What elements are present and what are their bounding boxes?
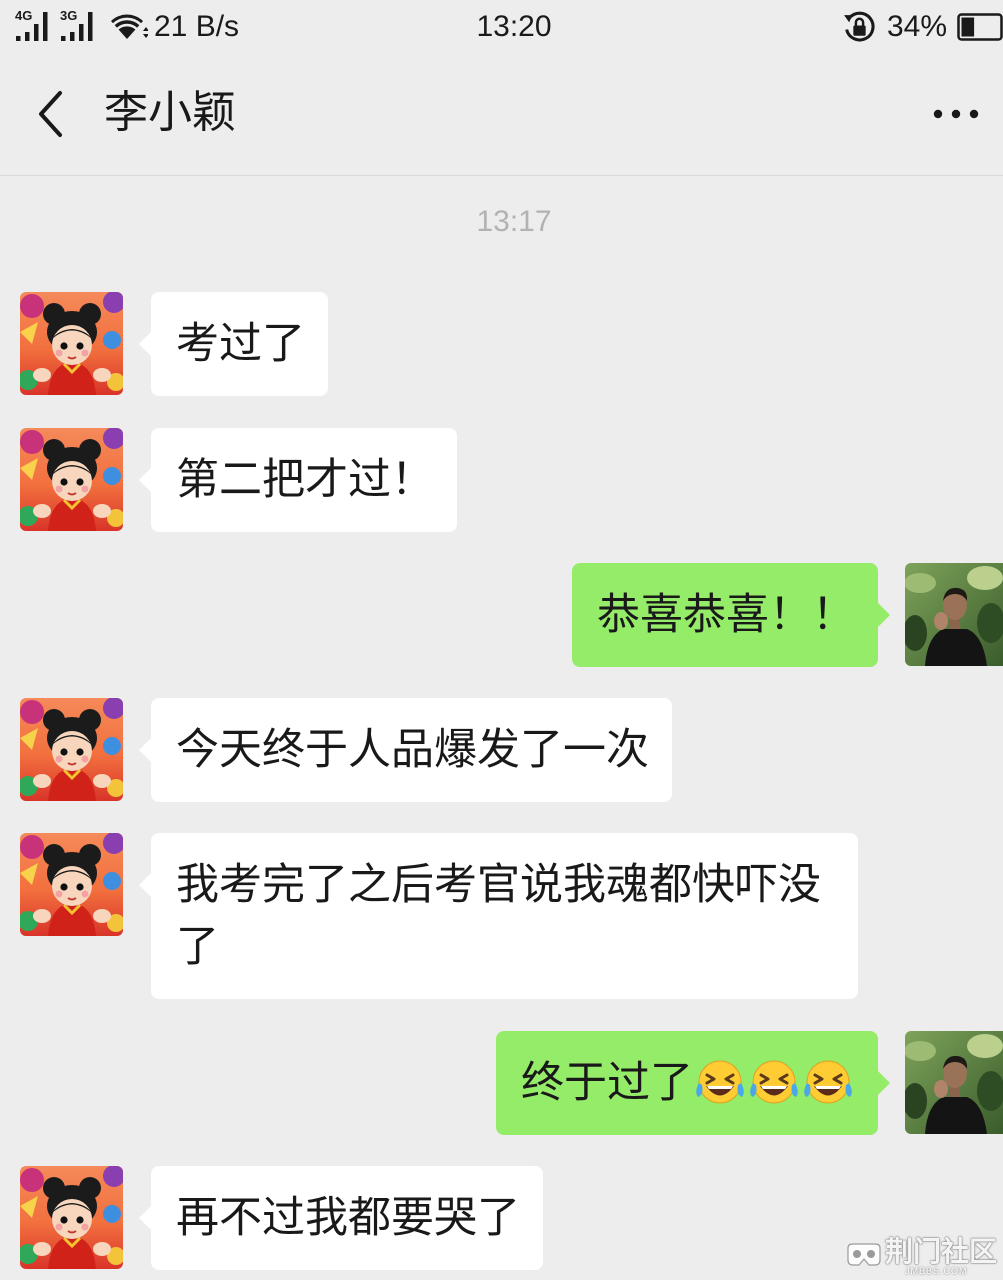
network-speed: 21 B/s: [154, 10, 240, 43]
message-text: 考过了: [176, 320, 305, 368]
battery-percent: 34%: [887, 10, 948, 43]
chat-screen: 4G 3G 21 B/s 13:20 34% 李小颖 13:17 考过了 第二把…: [0, 0, 1003, 1280]
chat-title: 李小颖: [104, 88, 236, 137]
contact-avatar[interactable]: [20, 698, 123, 801]
message-text: 今天终于人品爆发了一次: [176, 726, 649, 774]
message-bubble-incoming[interactable]: 考过了: [139, 292, 328, 396]
contact-avatar[interactable]: [20, 1166, 123, 1269]
contact-avatar[interactable]: [20, 292, 123, 395]
vr-goggles-logo-icon: [847, 1243, 881, 1266]
signal-bars-icon: [61, 12, 93, 41]
contact-avatar-image: [20, 833, 123, 936]
face-with-tears-of-joy-icon: [747, 1057, 801, 1109]
face-with-tears-of-joy-icon: [693, 1057, 747, 1109]
signal-bars-icon: [16, 12, 48, 41]
message-text: 第二把才过！: [176, 456, 434, 504]
header-divider: [0, 175, 1003, 176]
my-avatar[interactable]: [905, 1031, 1003, 1134]
message-bubble-incoming[interactable]: 我考完了之后考官说我魂都快吓没了: [139, 833, 858, 999]
contact-avatar-image: [20, 698, 123, 801]
message-bubble-incoming[interactable]: 再不过我都要哭了: [139, 1166, 543, 1270]
my-avatar-image: [905, 1031, 1003, 1134]
contact-avatar-image: [20, 428, 123, 531]
chat-timestamp: 13:17: [476, 205, 552, 238]
message-text: 终于过了: [521, 1059, 693, 1107]
face-with-tears-of-joy-icon: [801, 1057, 855, 1109]
my-avatar[interactable]: [905, 563, 1003, 666]
message-bubble-outgoing[interactable]: 终于过了: [496, 1031, 890, 1135]
contact-avatar[interactable]: [20, 428, 123, 531]
battery-fill: [961, 17, 975, 37]
message-bubble-incoming[interactable]: 第二把才过！: [139, 428, 457, 532]
message-bubble-incoming[interactable]: 今天终于人品爆发了一次: [139, 698, 672, 802]
more-button[interactable]: [926, 94, 986, 134]
rotation-lock-icon: [844, 11, 875, 42]
back-button[interactable]: [30, 84, 74, 144]
status-time: 13:20: [476, 10, 552, 43]
message-text: 再不过我都要哭了: [176, 1194, 520, 1242]
message-bubble-outgoing[interactable]: 恭喜恭喜！！: [572, 563, 890, 667]
wifi-icon: [111, 14, 148, 40]
battery-icon: [957, 13, 1003, 41]
contact-avatar-image: [20, 292, 123, 395]
watermark-site: JMBBS.COM: [905, 1266, 968, 1276]
contact-avatar[interactable]: [20, 833, 123, 936]
more-dots-icon: [933, 109, 979, 119]
watermark-name: 荆门社区: [885, 1236, 998, 1267]
contact-avatar-image: [20, 1166, 123, 1269]
signal-primary: 4G: [14, 9, 50, 41]
message-text: 我考完了之后考官说我魂都快吓没了: [176, 861, 821, 971]
message-text: 恭喜恭喜！！: [597, 591, 855, 639]
chevron-left-icon: [39, 91, 62, 137]
signal-secondary: 3G: [59, 9, 95, 41]
my-avatar-image: [905, 563, 1003, 666]
